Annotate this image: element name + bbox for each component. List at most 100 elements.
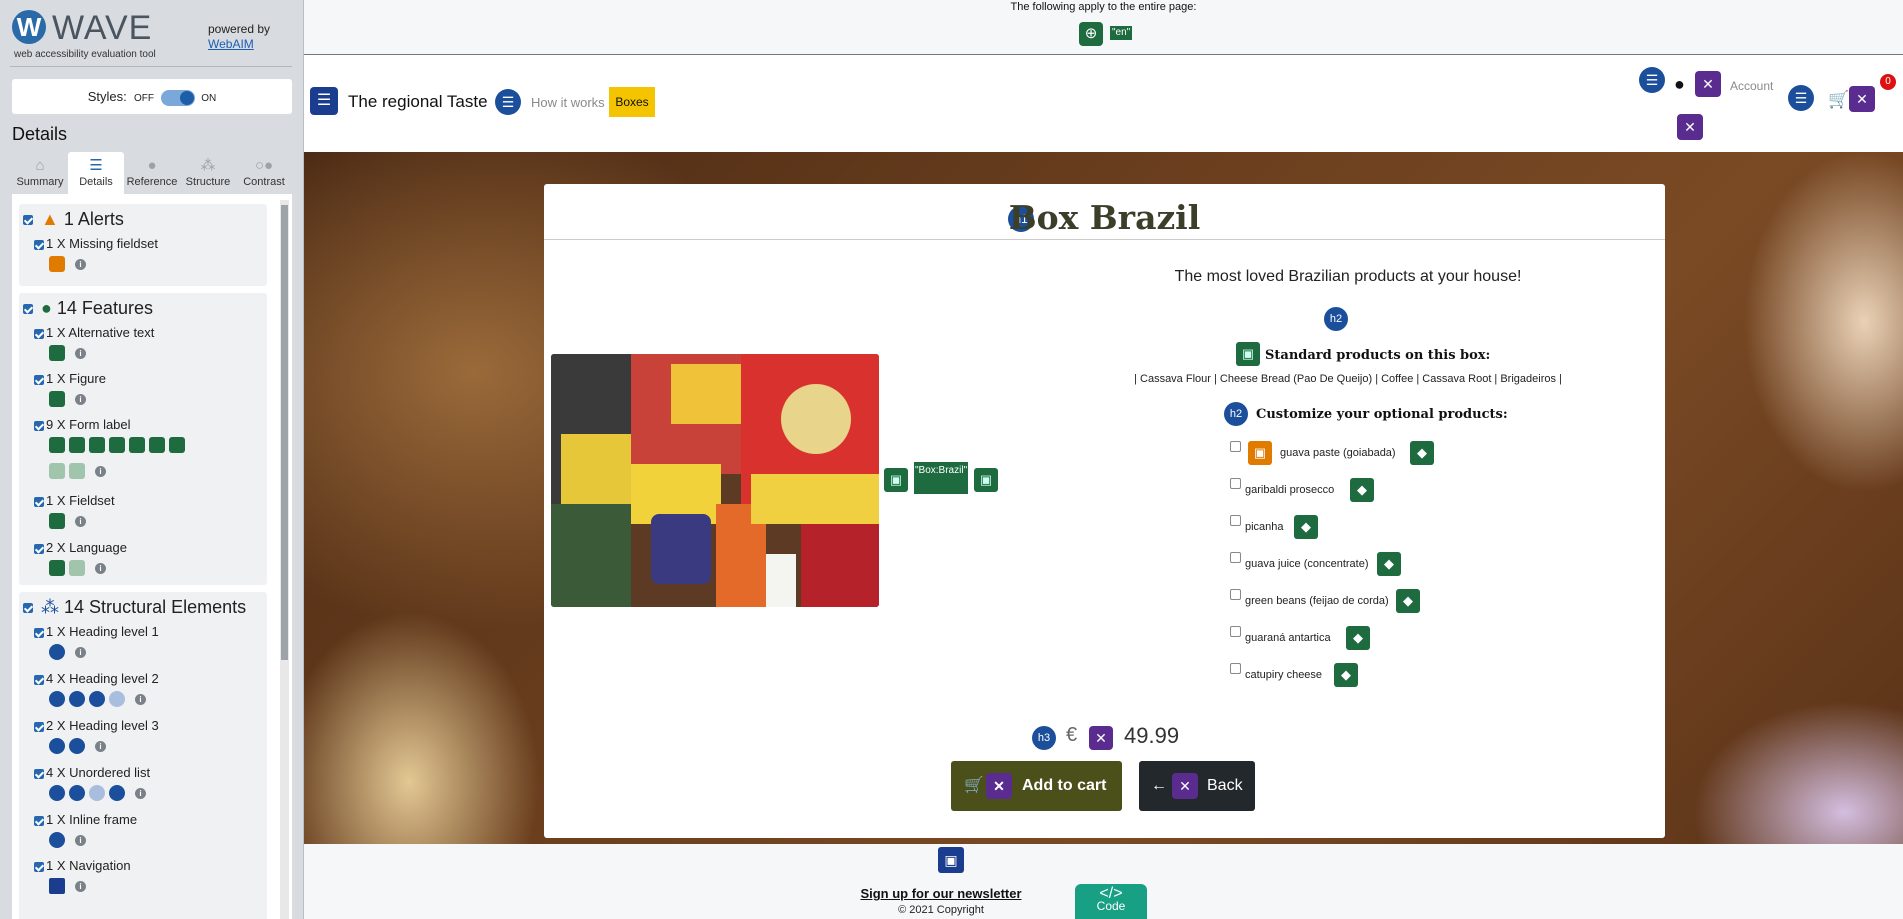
- features-checkbox[interactable]: [23, 304, 33, 315]
- feature-checkbox[interactable]: [34, 420, 44, 431]
- tag-icon[interactable]: ◆: [1346, 626, 1370, 650]
- alerts-checkbox[interactable]: [23, 215, 33, 226]
- iframe-icon[interactable]: [49, 832, 65, 848]
- globe-icon[interactable]: [49, 560, 65, 576]
- fieldset-icon[interactable]: ▣: [1236, 342, 1260, 366]
- structure-checkbox[interactable]: [34, 721, 44, 732]
- tag-icon[interactable]: [129, 437, 145, 453]
- feature-checkbox[interactable]: [34, 496, 44, 507]
- navigation-icon[interactable]: [49, 878, 65, 894]
- heading-2-icon[interactable]: [49, 691, 65, 707]
- tag-icon[interactable]: [149, 437, 165, 453]
- list-icon[interactable]: ☰: [495, 89, 521, 115]
- option-checkbox[interactable]: [1230, 663, 1241, 674]
- list-icon[interactable]: ☰: [1788, 85, 1814, 111]
- tag-icon[interactable]: [69, 437, 85, 453]
- list-icon[interactable]: [69, 785, 85, 801]
- structure-checkbox[interactable]: [34, 815, 44, 826]
- missing-fieldset-icon[interactable]: [49, 256, 65, 272]
- structure-checkbox[interactable]: [34, 627, 44, 638]
- structure-checkbox[interactable]: [34, 768, 44, 779]
- tag-icon[interactable]: [89, 437, 105, 453]
- tab-summary[interactable]: ⌂ Summary: [12, 152, 68, 194]
- wave-logo[interactable]: W WAVE web accessibility evaluation tool: [12, 10, 162, 62]
- code-button[interactable]: </> Code: [1075, 884, 1147, 919]
- heading-2-icon[interactable]: h2: [1224, 402, 1248, 426]
- tag-icon[interactable]: [109, 437, 125, 453]
- info-icon[interactable]: i: [75, 258, 86, 270]
- option-checkbox[interactable]: [1230, 626, 1241, 637]
- tab-details[interactable]: ☰ Details: [68, 152, 124, 194]
- option-checkbox[interactable]: [1230, 441, 1241, 452]
- info-icon[interactable]: i: [95, 562, 106, 574]
- option-label[interactable]: guava juice (concentrate): [1245, 558, 1369, 570]
- panel-scrollbar[interactable]: [280, 200, 289, 919]
- option-label[interactable]: picanha: [1245, 521, 1284, 533]
- tab-reference[interactable]: ● Reference: [124, 152, 180, 194]
- add-to-cart-button[interactable]: 🛒 ✕ Add to cart: [951, 761, 1122, 811]
- structure-checkbox[interactable]: [34, 674, 44, 685]
- feature-checkbox[interactable]: [34, 328, 44, 339]
- structure-checkbox[interactable]: [23, 603, 33, 614]
- cart-icon[interactable]: 🛒: [1828, 90, 1849, 110]
- aria-x-icon[interactable]: ✕: [1089, 726, 1113, 750]
- list-icon[interactable]: [89, 785, 105, 801]
- panel-scroll-thumb[interactable]: [281, 205, 288, 660]
- structure-checkbox[interactable]: [34, 861, 44, 872]
- option-checkbox[interactable]: [1230, 552, 1241, 563]
- info-icon[interactable]: i: [135, 787, 146, 799]
- tag-icon[interactable]: [169, 437, 185, 453]
- alt-text-icon[interactable]: [49, 345, 65, 361]
- tag-icon[interactable]: ◆: [1350, 478, 1374, 502]
- tab-structure[interactable]: ⁂ Structure: [180, 152, 236, 194]
- styles-toggle[interactable]: [160, 89, 195, 106]
- missing-fieldset-icon[interactable]: ▣: [1248, 441, 1272, 465]
- info-icon[interactable]: i: [75, 880, 86, 892]
- option-checkbox[interactable]: [1230, 515, 1241, 526]
- heading-3-icon[interactable]: [49, 738, 65, 754]
- tag-icon[interactable]: [49, 437, 65, 453]
- alert-item-checkbox[interactable]: [34, 239, 44, 250]
- nav-how-it-works[interactable]: How it works: [531, 95, 605, 110]
- globe-icon[interactable]: [69, 560, 85, 576]
- list-icon[interactable]: [109, 785, 125, 801]
- tag-icon[interactable]: ◆: [1377, 552, 1401, 576]
- aria-x-icon[interactable]: ✕: [1849, 86, 1875, 112]
- option-label[interactable]: guaraná antartica: [1245, 632, 1331, 644]
- nav-boxes[interactable]: Boxes: [609, 87, 655, 117]
- heading-3-icon[interactable]: [69, 738, 85, 754]
- info-icon[interactable]: i: [135, 693, 146, 705]
- info-icon[interactable]: i: [75, 834, 86, 846]
- newsletter-link[interactable]: Sign up for our newsletter: [784, 886, 1098, 901]
- footer-icon[interactable]: ▣: [938, 847, 964, 873]
- tab-contrast[interactable]: ○● Contrast: [236, 152, 292, 194]
- heading-2-icon[interactable]: [89, 691, 105, 707]
- heading-1-icon[interactable]: [49, 644, 65, 660]
- option-label[interactable]: catupiry cheese: [1245, 669, 1322, 681]
- figure-icon[interactable]: ▣: [974, 468, 998, 492]
- info-icon[interactable]: i: [95, 465, 106, 477]
- tag-icon[interactable]: [69, 463, 85, 479]
- option-label[interactable]: guava paste (goiabada): [1280, 447, 1396, 459]
- list-icon[interactable]: [49, 785, 65, 801]
- back-button[interactable]: ← ✕ Back: [1139, 761, 1255, 811]
- option-label[interactable]: green beans (feijao de corda): [1245, 595, 1389, 607]
- heading-2-icon[interactable]: h2: [1324, 307, 1348, 331]
- brand-name[interactable]: The regional Taste: [348, 92, 488, 112]
- info-icon[interactable]: i: [75, 646, 86, 658]
- info-icon[interactable]: i: [75, 347, 86, 359]
- figure-icon[interactable]: [49, 391, 65, 407]
- feature-checkbox[interactable]: [34, 543, 44, 554]
- option-checkbox[interactable]: [1230, 478, 1241, 489]
- image-icon[interactable]: ▣: [884, 468, 908, 492]
- tag-icon[interactable]: ◆: [1410, 441, 1434, 465]
- account-link[interactable]: Account: [1730, 79, 1773, 93]
- navigation-icon[interactable]: ☰: [310, 87, 338, 115]
- option-checkbox[interactable]: [1230, 589, 1241, 600]
- tag-icon[interactable]: [49, 463, 65, 479]
- tag-icon[interactable]: ◆: [1294, 515, 1318, 539]
- option-label[interactable]: garibaldi prosecco: [1245, 484, 1334, 496]
- globe-icon[interactable]: ⊕: [1079, 22, 1103, 46]
- fieldset-icon[interactable]: [49, 513, 65, 529]
- tag-icon[interactable]: ◆: [1396, 589, 1420, 613]
